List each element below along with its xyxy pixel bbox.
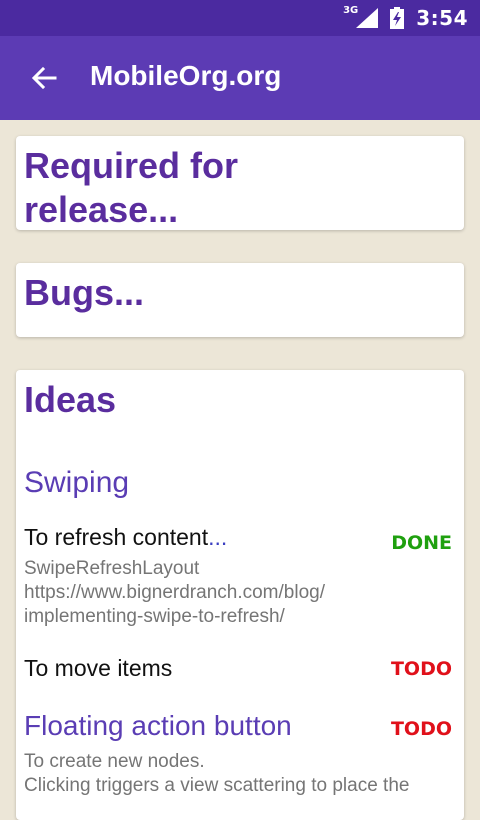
clock: 3:54 <box>416 6 468 30</box>
card-heading: Ideas <box>24 379 117 420</box>
card-bugs[interactable]: Bugs... <box>16 263 464 337</box>
item-title: To refresh content... <box>24 524 228 550</box>
ellipsis: ... <box>208 524 228 550</box>
item-body: SwipeRefreshLayout https://www.bignerdra… <box>24 558 325 627</box>
item-body: To create new nodes. Clicking triggers a… <box>24 751 410 796</box>
network-type-label: 3G <box>343 4 359 16</box>
card-heading: Bugs... <box>24 272 145 313</box>
battery-charging-icon <box>390 7 405 29</box>
card-ideas[interactable]: Ideas Swiping To refresh content... DONE… <box>16 370 464 820</box>
toolbar-title: MobileOrg.org <box>90 60 282 91</box>
card-heading: Required for release... <box>24 145 239 230</box>
status-badge: TODO <box>390 658 452 680</box>
subheading-swiping[interactable]: Swiping <box>24 466 129 500</box>
app-bar: MobileOrg.org <box>0 36 480 120</box>
status-icons: 3G 3:54 <box>343 0 468 36</box>
signal-icon <box>356 8 379 28</box>
item-title: Floating action button <box>24 710 292 741</box>
status-bar: 3G 3:54 <box>0 0 480 36</box>
status-badge: TODO <box>390 718 452 740</box>
card-required-for-release[interactable]: Required for release... <box>16 136 464 230</box>
back-button[interactable] <box>22 56 66 100</box>
arrow-back-icon <box>31 67 57 89</box>
status-badge: DONE <box>391 532 452 554</box>
item-title: To move items <box>24 655 173 681</box>
